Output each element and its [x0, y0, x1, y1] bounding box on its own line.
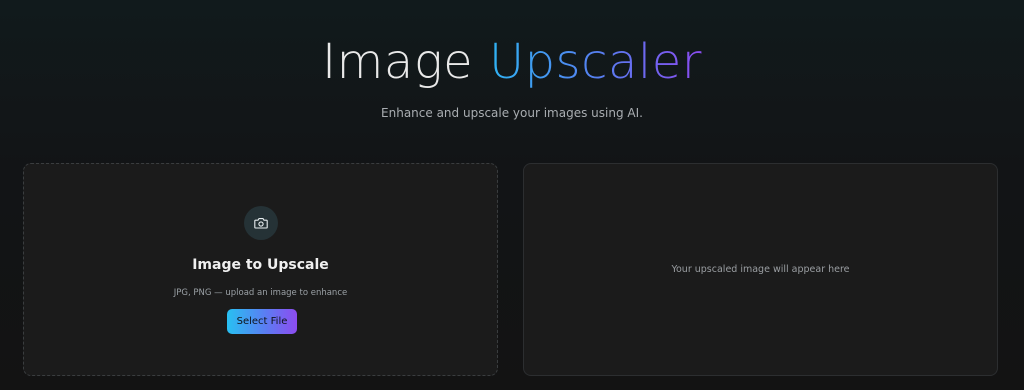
camera-icon: [244, 206, 278, 240]
page-subtitle: Enhance and upscale your images using AI…: [381, 106, 643, 120]
result-panel: Your upscaled image will appear here: [523, 163, 998, 376]
page-title-highlight: Upscaler: [488, 34, 702, 90]
upload-title: Image to Upscale: [192, 257, 329, 273]
page-title-primary: Image: [322, 34, 474, 90]
select-file-button[interactable]: Select File: [227, 309, 297, 334]
page: { "header": { "title_part1": "Image", "t…: [0, 0, 1024, 390]
result-placeholder: Your upscaled image will appear here: [671, 264, 850, 275]
upload-hint: JPG, PNG — upload an image to enhance: [173, 288, 348, 298]
page-title: Image Upscaler: [0, 30, 1024, 94]
upload-dropzone[interactable]: Image to Upscale JPG, PNG — upload an im…: [23, 163, 498, 376]
